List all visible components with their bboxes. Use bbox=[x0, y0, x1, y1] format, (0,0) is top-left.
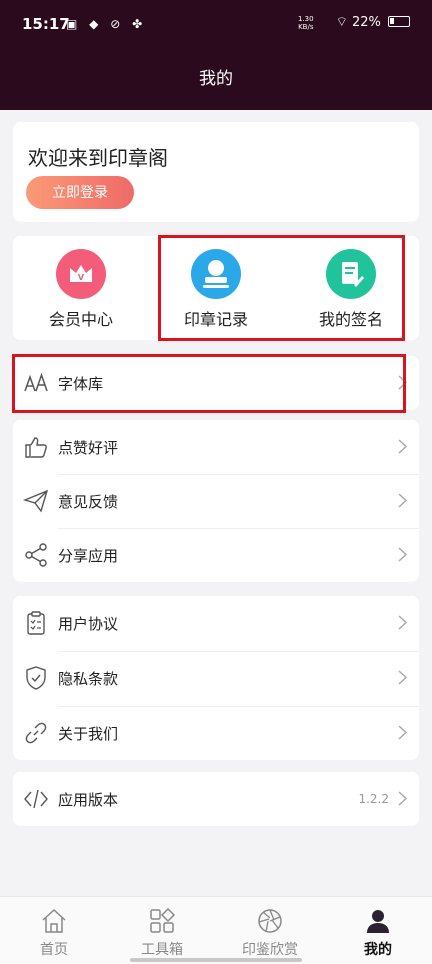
paper-plane-icon bbox=[23, 489, 49, 513]
login-button[interactable]: 立即登录 bbox=[26, 176, 134, 209]
feedback-row[interactable]: 意见反馈 bbox=[13, 474, 419, 528]
rate-app-label: 点赞好评 bbox=[58, 439, 119, 457]
battery-icon bbox=[388, 16, 410, 27]
welcome-card: 欢迎来到印章阁 立即登录 bbox=[13, 122, 419, 222]
thumbs-up-icon bbox=[25, 437, 47, 458]
tab-toolbox[interactable]: 工具箱 bbox=[108, 897, 216, 964]
privacy-policy-label: 隐私条款 bbox=[58, 670, 119, 688]
status-time: 15:17 bbox=[22, 15, 70, 33]
notification-icons: ▣ ◆ ⊘ ✤ bbox=[66, 17, 147, 31]
my-signature-label: 我的签名 bbox=[318, 310, 383, 329]
net-speed-unit: KB/s bbox=[298, 23, 314, 31]
top-bar: 15:17 ▣ ◆ ⊘ ✤ 1.30 KB/s ⌔ 22% 我的 bbox=[0, 0, 432, 110]
font-library-row[interactable]: 字体库 bbox=[13, 356, 419, 410]
net-speed-value: 1.30 bbox=[298, 15, 314, 23]
svg-text:V: V bbox=[78, 273, 85, 282]
app-version-label: 应用版本 bbox=[58, 791, 119, 809]
font-icon bbox=[24, 372, 48, 392]
tab-home[interactable]: 首页 bbox=[0, 897, 108, 964]
tab-mine[interactable]: 我的 bbox=[324, 897, 432, 964]
user-agreement-row[interactable]: 用户协议 bbox=[13, 596, 419, 650]
chevron-right-icon bbox=[398, 791, 407, 806]
font-library-card: 字体库 bbox=[13, 356, 419, 410]
shield-check-icon bbox=[26, 666, 46, 690]
clipboard-icon bbox=[27, 611, 45, 635]
tab-seal-gallery-label: 印鉴欣赏 bbox=[242, 942, 298, 958]
code-icon bbox=[24, 789, 48, 809]
welcome-title: 欢迎来到印章阁 bbox=[28, 146, 168, 170]
feedback-label: 意见反馈 bbox=[58, 493, 119, 511]
vip-center-label: 会员中心 bbox=[48, 310, 113, 329]
quick-actions-card: V 会员中心 印章记录 我的签名 bbox=[13, 236, 419, 340]
tab-seal-gallery[interactable]: 印鉴欣赏 bbox=[216, 897, 324, 964]
chevron-right-icon bbox=[398, 493, 407, 508]
privacy-policy-row[interactable]: 隐私条款 bbox=[13, 651, 419, 705]
chevron-right-icon bbox=[398, 547, 407, 562]
signature-icon bbox=[326, 249, 376, 299]
share-app-label: 分享应用 bbox=[58, 547, 119, 565]
vip-crown-icon: V bbox=[56, 249, 106, 299]
app-version-row[interactable]: 应用版本 1.2.2 bbox=[13, 772, 419, 826]
status-right: ⌔ 22% bbox=[336, 14, 410, 30]
status-bar: 15:17 ▣ ◆ ⊘ ✤ 1.30 KB/s ⌔ 22% bbox=[0, 0, 432, 52]
share-icon bbox=[25, 543, 47, 567]
about-us-label: 关于我们 bbox=[58, 725, 119, 743]
home-indicator bbox=[130, 958, 302, 962]
battery-level: 22% bbox=[351, 15, 381, 30]
tab-mine-label: 我的 bbox=[364, 942, 392, 958]
page-title: 我的 bbox=[199, 69, 233, 89]
rate-app-row[interactable]: 点赞好评 bbox=[13, 420, 419, 474]
share-app-row[interactable]: 分享应用 bbox=[13, 528, 419, 582]
chevron-right-icon bbox=[398, 439, 407, 454]
toolbox-icon bbox=[150, 907, 176, 933]
link-icon bbox=[25, 722, 47, 744]
chevron-right-icon bbox=[398, 615, 407, 630]
font-library-label: 字体库 bbox=[58, 375, 104, 393]
bottom-tab-bar: 首页 工具箱 印鉴欣赏 我的 bbox=[0, 896, 432, 964]
net-speed: 1.30 KB/s bbox=[298, 15, 314, 31]
stamp-icon bbox=[191, 249, 241, 299]
stamp-records-label: 印章记录 bbox=[183, 310, 248, 329]
person-icon bbox=[367, 910, 389, 933]
version-card: 应用版本 1.2.2 bbox=[13, 772, 419, 826]
chevron-right-icon bbox=[398, 670, 407, 685]
aperture-icon bbox=[258, 909, 282, 933]
legal-group-card: 用户协议 隐私条款 关于我们 bbox=[13, 596, 419, 760]
chevron-right-icon bbox=[398, 375, 407, 390]
vip-center-button[interactable]: V 会员中心 bbox=[13, 236, 149, 340]
tab-home-label: 首页 bbox=[40, 942, 68, 958]
user-agreement-label: 用户协议 bbox=[58, 615, 119, 633]
my-signature-button[interactable]: 我的签名 bbox=[283, 236, 419, 340]
about-us-row[interactable]: 关于我们 bbox=[13, 706, 419, 760]
wifi-icon: ⌔ bbox=[335, 15, 348, 30]
home-icon bbox=[42, 908, 66, 933]
chevron-right-icon bbox=[398, 725, 407, 740]
tab-toolbox-label: 工具箱 bbox=[141, 942, 183, 958]
app-version-value: 1.2.2 bbox=[358, 792, 389, 806]
stamp-records-button[interactable]: 印章记录 bbox=[148, 236, 284, 340]
social-group-card: 点赞好评 意见反馈 分享应用 bbox=[13, 420, 419, 582]
